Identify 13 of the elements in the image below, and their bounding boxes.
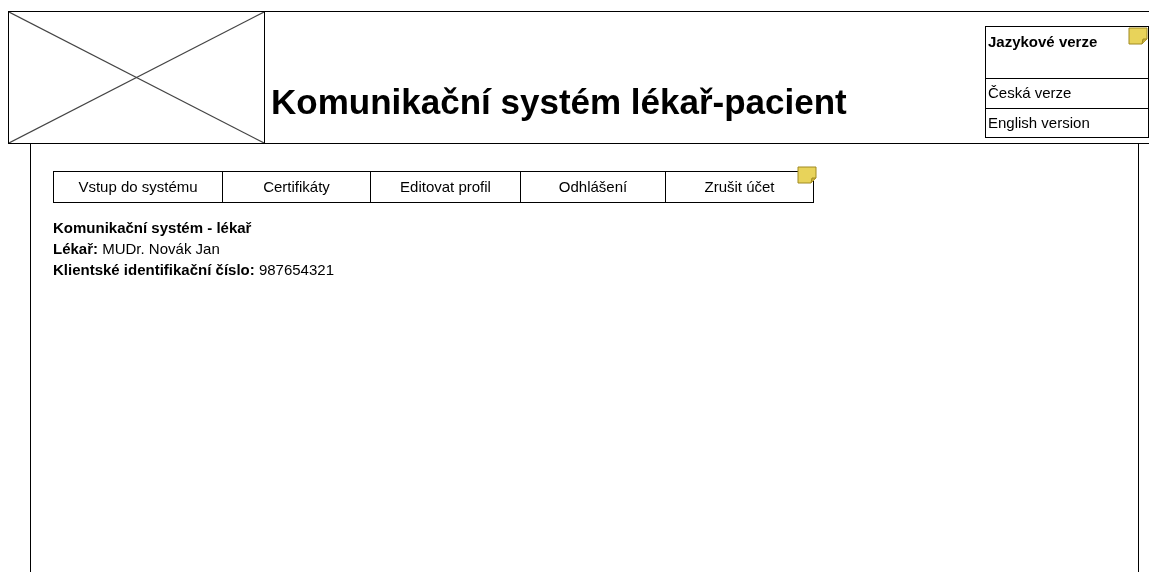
page-title: Komunikační systém lékař-pacient: [271, 84, 847, 119]
note-icon: [1128, 27, 1148, 45]
section-heading: Komunikační systém - lékař: [53, 218, 253, 238]
language-link[interactable]: Česká verze: [986, 79, 1148, 109]
menu-tab[interactable]: Vstup do systému: [54, 172, 222, 202]
note-icon: [797, 166, 817, 184]
info-line: Lékař: MUDr. Novák Jan: [53, 239, 221, 259]
menu-tab[interactable]: Editovat profil: [370, 172, 520, 202]
info-line: Klientské identifikační číslo: 987654321: [53, 260, 335, 280]
menu-tab[interactable]: Certifikáty: [222, 172, 370, 202]
language-link[interactable]: English version: [986, 108, 1148, 137]
language-heading: Jazykové verze: [988, 33, 1098, 50]
menu-tab[interactable]: Odhlášení: [520, 172, 665, 202]
